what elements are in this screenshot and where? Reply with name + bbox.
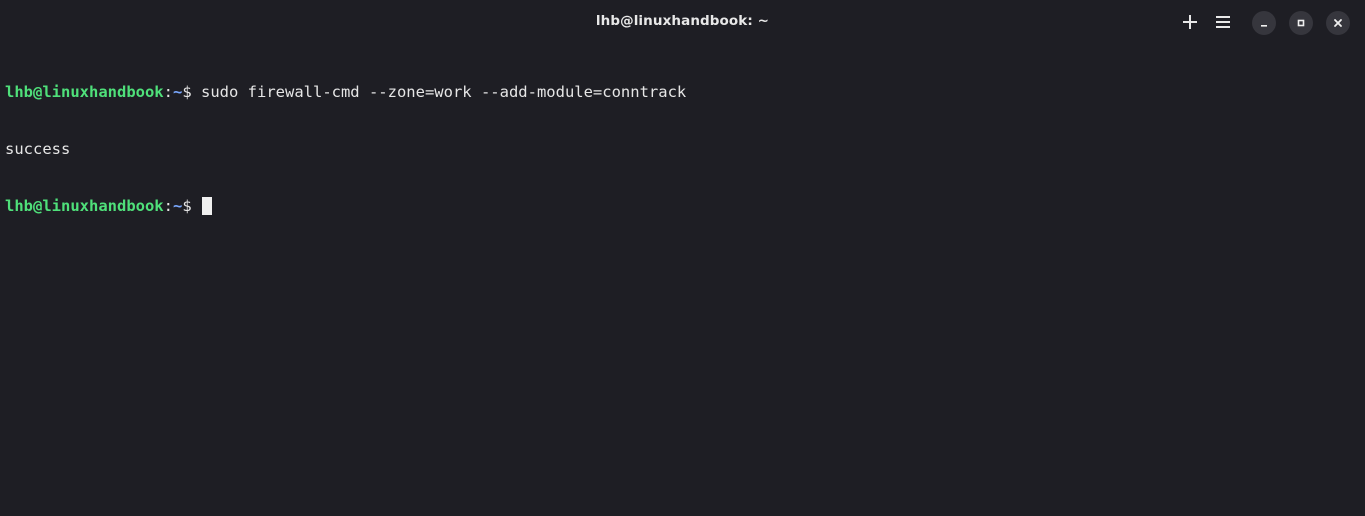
prompt-colon: : [163, 83, 173, 101]
terminal-line: lhb@linuxhandbook:~$ [5, 197, 1365, 216]
prompt-colon: : [163, 197, 173, 215]
terminal-window: lhb@linuxhandbook: ~ lhb@linuxhandbook:~… [0, 0, 1365, 516]
terminal-line: success [5, 140, 1365, 159]
command-text: sudo firewall-cmd --zone=work --add-modu… [201, 83, 687, 101]
window-title: lhb@linuxhandbook: ~ [595, 13, 770, 29]
maximize-button[interactable] [1289, 11, 1313, 35]
prompt-dollar: $ [182, 83, 201, 101]
menu-button[interactable] [1212, 11, 1234, 33]
minimize-icon [1261, 25, 1267, 27]
minimize-button[interactable] [1252, 11, 1276, 35]
titlebar[interactable]: lhb@linuxhandbook: ~ [0, 0, 1365, 44]
plus-icon [1183, 15, 1197, 29]
terminal-line: lhb@linuxhandbook:~$ sudo firewall-cmd -… [5, 83, 1365, 102]
close-icon [1334, 19, 1342, 27]
command-output: success [5, 140, 71, 158]
maximize-icon [1297, 19, 1305, 27]
prompt-user-host: lhb@linuxhandbook [5, 83, 164, 101]
prompt-path: ~ [172, 83, 183, 101]
prompt-user-host: lhb@linuxhandbook [5, 197, 164, 215]
close-button[interactable] [1326, 11, 1350, 35]
hamburger-menu-icon [1216, 16, 1230, 28]
terminal-output[interactable]: lhb@linuxhandbook:~$ sudo firewall-cmd -… [5, 45, 1365, 516]
prompt-dollar: $ [182, 197, 201, 215]
new-tab-button[interactable] [1179, 11, 1201, 33]
prompt-path: ~ [172, 197, 183, 215]
text-cursor [202, 197, 212, 215]
